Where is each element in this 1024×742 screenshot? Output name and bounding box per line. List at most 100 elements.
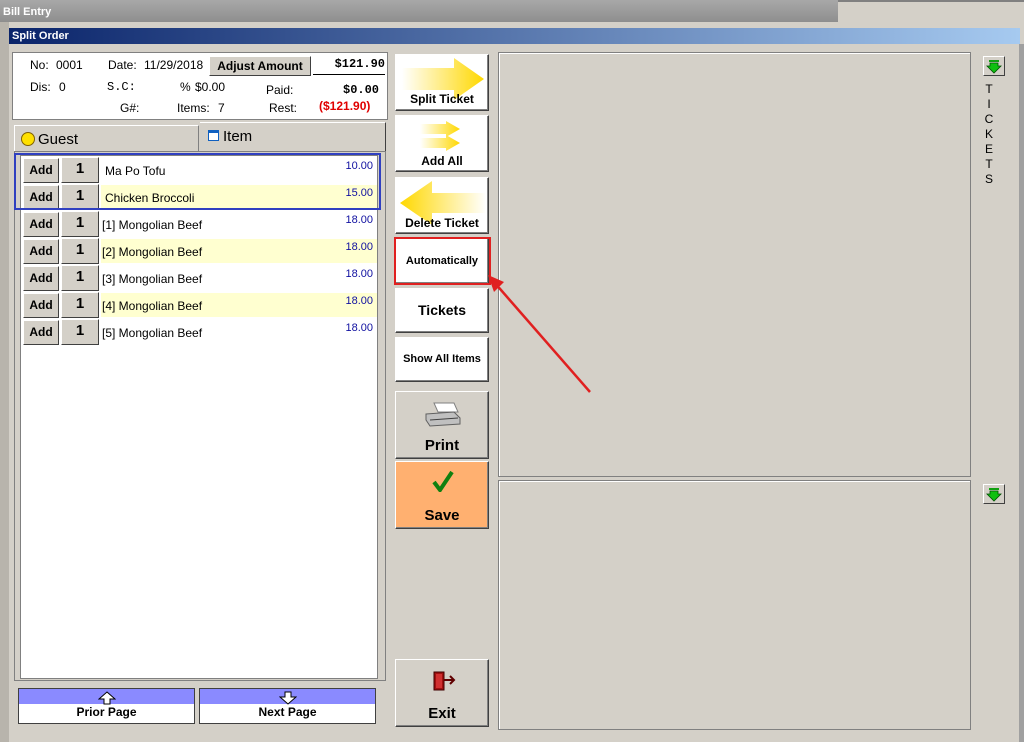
sc-label: S.C: [107, 80, 136, 94]
qty-button[interactable]: 1 [61, 157, 99, 183]
checkmark-icon [432, 470, 454, 492]
item-cell[interactable]: [4] Mongolian Beef 18.00 [101, 293, 377, 317]
dis-value: 0 [59, 80, 66, 94]
no-label: No: [30, 58, 49, 72]
qty-button[interactable]: 1 [61, 211, 99, 237]
qty-button[interactable]: 1 [61, 238, 99, 264]
show-all-items-button[interactable]: Show All Items [395, 337, 489, 382]
adjust-amount-button[interactable]: Adjust Amount [209, 56, 311, 76]
save-button[interactable]: Save [395, 461, 489, 529]
smiley-icon [21, 132, 35, 146]
print-button[interactable]: Print [395, 391, 489, 459]
qty-button[interactable]: 1 [61, 265, 99, 291]
tab-item[interactable]: Item [200, 122, 386, 152]
tab-guest-label: Guest [38, 131, 79, 148]
qty-button[interactable]: 1 [61, 184, 99, 210]
item-list: Add 1 Ma Po Tofu 10.00 Add 1 Chicken Broc… [20, 155, 378, 679]
add-button[interactable]: Add [23, 185, 59, 210]
items-value: 7 [218, 101, 225, 115]
item-price: 10.00 [345, 160, 373, 172]
add-button[interactable]: Add [23, 239, 59, 264]
paid-value: $0.00 [343, 83, 380, 97]
automatically-label: Automatically [405, 255, 479, 267]
items-label: Items: [177, 101, 210, 115]
add-button[interactable]: Add [23, 212, 59, 237]
item-cell[interactable]: [5] Mongolian Beef 18.00 [101, 320, 377, 344]
item-cell[interactable]: Chicken Broccoli 15.00 [101, 185, 377, 209]
list-item: Add 1 [1] Mongolian Beef 18.00 [21, 210, 375, 237]
exit-door-icon [433, 671, 456, 691]
dialog-title: Split Order [9, 28, 1020, 44]
item-cell[interactable]: Ma Po Tofu 10.00 [101, 158, 377, 182]
item-price: 18.00 [345, 268, 373, 280]
item-price: 18.00 [345, 322, 373, 334]
ticket-panel-top[interactable] [498, 52, 971, 477]
order-total: $121.90 [313, 57, 385, 75]
date-label: Date: [108, 58, 137, 72]
ticket-panel-bottom[interactable] [498, 480, 971, 730]
annotation-arrow [488, 275, 591, 393]
item-cell[interactable]: [1] Mongolian Beef 18.00 [101, 212, 377, 236]
tickets-label: Tickets [418, 302, 466, 318]
add-all-label: Add All [421, 154, 463, 168]
outer-window-title: Bill Entry [0, 0, 838, 22]
date-value: 11/29/2018 [144, 58, 204, 72]
item-name: [1] Mongolian Beef [102, 218, 203, 232]
delete-ticket-label: Delete Ticket [405, 216, 479, 230]
automatically-button[interactable]: Automatically [395, 238, 489, 284]
title-filler [838, 0, 1024, 22]
show-all-items-label: Show All Items [403, 353, 481, 365]
item-price: 18.00 [345, 214, 373, 226]
tab-guest[interactable]: Guest [14, 125, 199, 151]
item-price: 18.00 [345, 295, 373, 307]
tickets-button[interactable]: Tickets [395, 288, 489, 333]
sc-value: $0.00 [195, 80, 226, 94]
list-item: Add 1 Chicken Broccoli 15.00 [21, 183, 377, 210]
item-name: [5] Mongolian Beef [102, 326, 203, 340]
item-name: [3] Mongolian Beef [102, 272, 203, 286]
add-button[interactable]: Add [23, 293, 59, 318]
exit-label: Exit [428, 705, 456, 722]
item-cell[interactable]: [3] Mongolian Beef 18.00 [101, 266, 377, 290]
qty-button[interactable]: 1 [61, 319, 99, 345]
dis-label: Dis: [30, 80, 51, 94]
add-button[interactable]: Add [23, 320, 59, 345]
order-info-panel: No: 0001 Date: 11/29/2018 Adjust Amount … [12, 52, 388, 120]
delete-ticket-button[interactable]: Delete Ticket [395, 177, 489, 234]
item-price: 15.00 [345, 187, 373, 199]
list-item: Add 1 [5] Mongolian Beef 18.00 [21, 318, 375, 345]
save-label: Save [424, 507, 460, 524]
item-list-panel: Add 1 Ma Po Tofu 10.00 Add 1 Chicken Broc… [14, 151, 386, 681]
list-item: Add 1 Ma Po Tofu 10.00 [21, 156, 375, 183]
next-page-button[interactable]: Next Page [199, 688, 376, 724]
split-ticket-label: Split Ticket [410, 92, 474, 106]
rest-label: Rest: [269, 101, 298, 115]
right-scroll-strip [1019, 44, 1024, 742]
window-icon [208, 130, 219, 141]
item-name: Chicken Broccoli [105, 191, 195, 205]
item-cell[interactable]: [2] Mongolian Beef 18.00 [101, 239, 377, 263]
add-button[interactable]: Add [23, 266, 59, 291]
split-ticket-button[interactable]: Split Ticket [395, 54, 489, 111]
exit-button[interactable]: Exit [395, 659, 489, 727]
tickets-vertical-label: TICKETS [984, 82, 994, 186]
list-item: Add 1 [3] Mongolian Beef 18.00 [21, 264, 375, 291]
down-arrow-icon [986, 488, 1002, 502]
item-name: [2] Mongolian Beef [102, 245, 203, 259]
prior-page-label: Prior Page [76, 705, 137, 719]
item-price: 18.00 [345, 241, 373, 253]
qty-button[interactable]: 1 [61, 292, 99, 318]
g-label: G#: [120, 101, 140, 115]
prior-page-button[interactable]: Prior Page [18, 688, 195, 724]
add-all-arrow-icon [420, 121, 460, 151]
list-item: Add 1 [4] Mongolian Beef 18.00 [21, 291, 377, 318]
item-name: [4] Mongolian Beef [102, 299, 203, 313]
add-all-button[interactable]: Add All [395, 115, 489, 172]
rest-value: ($121.90) [319, 99, 371, 113]
no-value: 0001 [56, 58, 83, 72]
add-button[interactable]: Add [23, 158, 59, 183]
lower-down-button[interactable] [983, 484, 1005, 504]
tickets-down-button[interactable] [983, 56, 1005, 76]
paid-label: Paid: [266, 83, 294, 97]
down-arrow-icon [986, 60, 1002, 74]
